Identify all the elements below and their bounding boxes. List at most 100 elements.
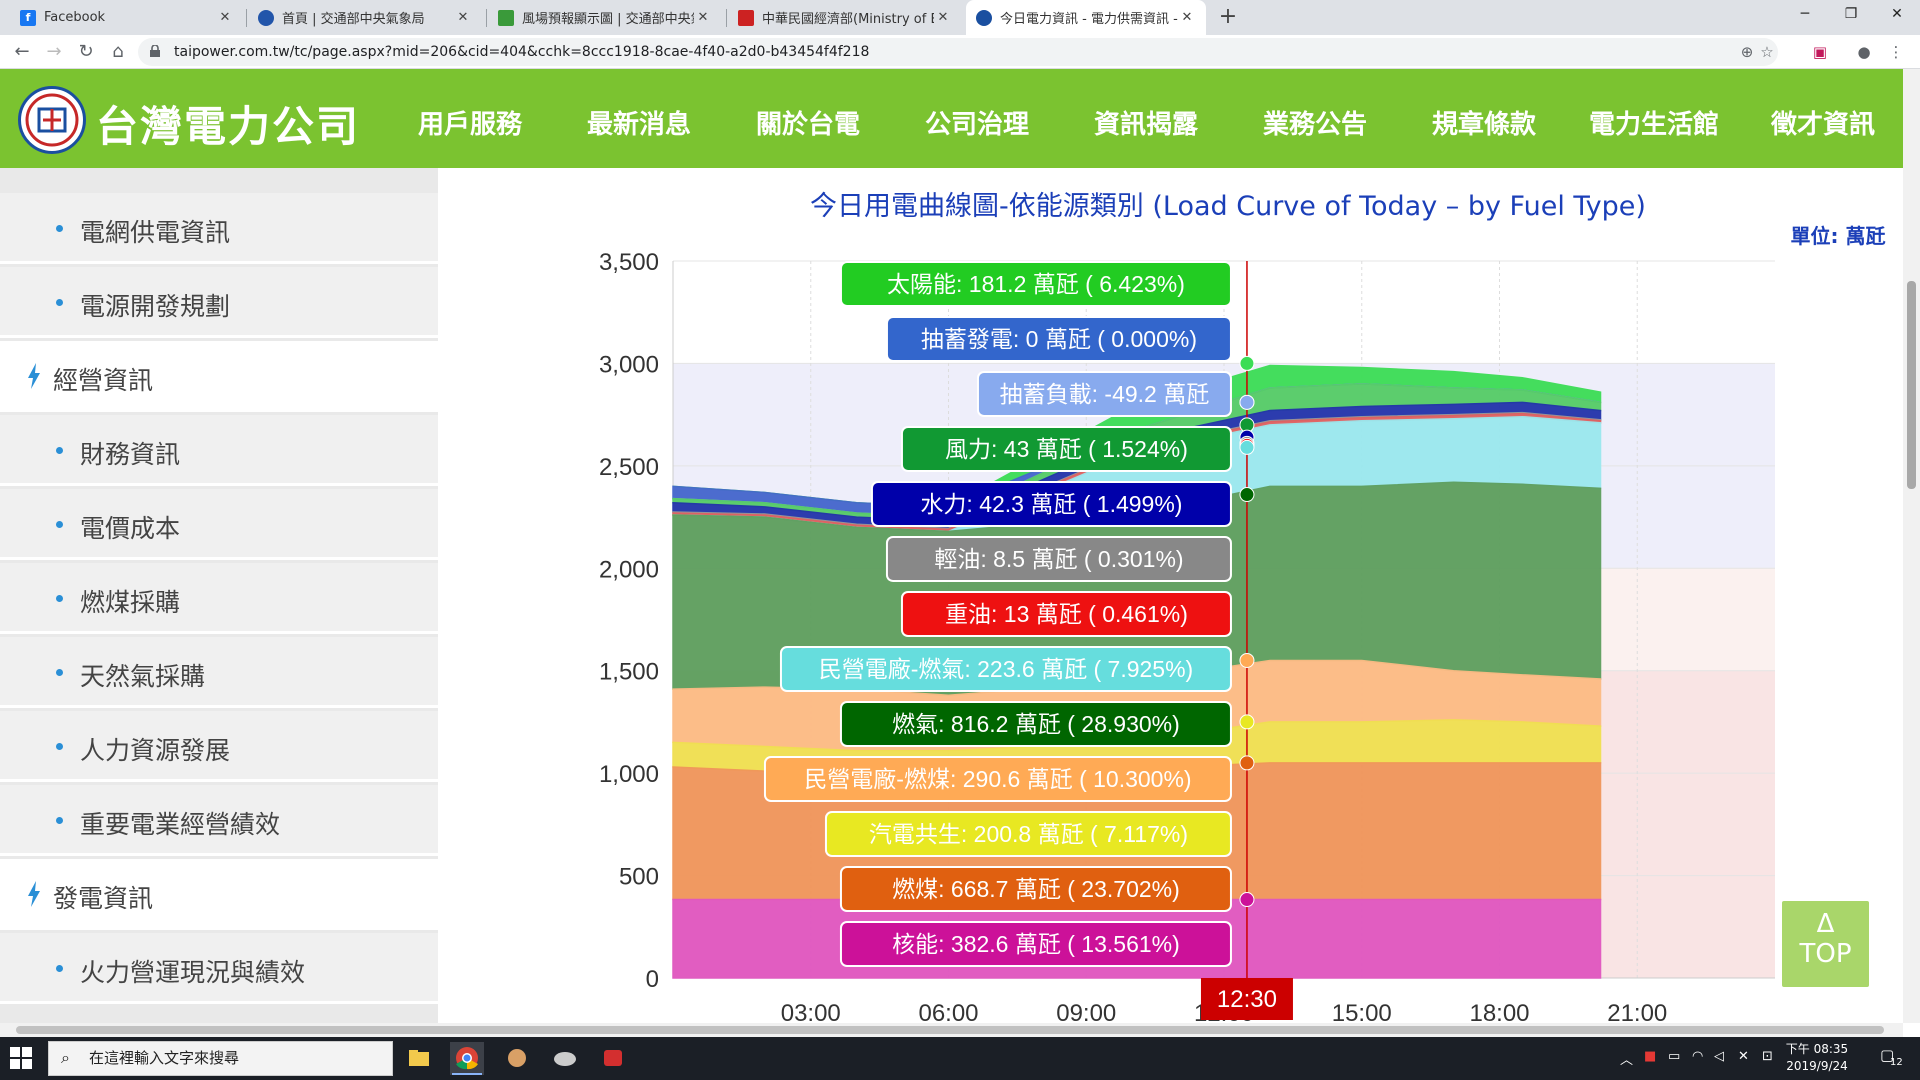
sidebar-item-business-info[interactable]: 經營資訊 xyxy=(0,341,438,412)
y-tick-label: 2,500 xyxy=(599,454,659,481)
browser-tab-strip: f Facebook ✕ 首頁 | 交通部中央氣象局 ✕ 風場預報顯示圖 | 交… xyxy=(0,0,1920,35)
sidebar-item-tariff-cost[interactable]: 電價成本 xyxy=(0,489,438,560)
horizontal-scrollbar[interactable] xyxy=(0,1023,1903,1037)
tooltip-label: 輕油: 8.5 萬瓩 ( 0.301%) xyxy=(934,546,1183,572)
tab-facebook[interactable]: f Facebook ✕ xyxy=(10,0,244,35)
sidebar-item-label: 電價成本 xyxy=(80,514,181,543)
sidebar-item-generation-info[interactable]: 發電資訊 xyxy=(0,859,438,930)
zoom-icon[interactable]: ⊕ xyxy=(1736,41,1758,63)
search-icon: ⌕ xyxy=(61,1048,70,1067)
y-tick-label: 500 xyxy=(619,864,659,891)
address-bar[interactable]: taipower.com.tw/tc/page.aspx?mid=206&cid… xyxy=(138,38,1778,66)
battery-icon[interactable]: ▭ xyxy=(1668,1049,1680,1064)
taskbar-clock[interactable]: 下午 08:35 2019/9/24 xyxy=(1772,1041,1862,1075)
tab-label: 風場預報顯示圖 | 交通部中央氣象 xyxy=(522,12,694,27)
windows-start-icon[interactable] xyxy=(10,1047,32,1069)
volume-icon[interactable]: ◁ xyxy=(1714,1049,1724,1064)
sidebar-item-thermal-ops[interactable]: 火力營運現況與績效 xyxy=(0,933,438,1004)
extension-icon[interactable]: ▣ xyxy=(1808,40,1832,64)
sidebar: 電網供電資訊 電源開發規劃 經營資訊 財務資訊 電價成本 燃煤採購 天然氣採購 … xyxy=(0,168,438,1023)
tab-wind-map[interactable]: 風場預報顯示圖 | 交通部中央氣象 ✕ xyxy=(488,0,722,35)
close-icon[interactable]: ✕ xyxy=(934,10,952,25)
menu-user-service[interactable]: 用戶服務 xyxy=(418,104,522,141)
star-icon[interactable]: ☆ xyxy=(1756,41,1778,63)
scrollbar-thumb[interactable] xyxy=(1907,281,1916,489)
tooltip-label: 抽蓄負載: -49.2 萬瓩 xyxy=(1000,381,1210,407)
wifi-icon[interactable]: ◠ xyxy=(1692,1049,1703,1064)
menu-governance[interactable]: 公司治理 xyxy=(925,104,1029,141)
menu-regulations[interactable]: 規章條款 xyxy=(1432,104,1536,141)
restore-button[interactable]: ❐ xyxy=(1828,0,1874,30)
close-window-button[interactable]: ✕ xyxy=(1874,0,1920,30)
forward-button[interactable]: → xyxy=(40,38,68,66)
reload-button[interactable]: ↻ xyxy=(72,38,100,66)
profile-avatar-icon[interactable]: ● xyxy=(1852,40,1876,64)
cursor-time-label: 12:30 xyxy=(1217,986,1277,1013)
x-tick-label: 21:00 xyxy=(1607,1000,1667,1023)
sidebar-item-finance[interactable]: 財務資訊 xyxy=(0,415,438,486)
moea-icon xyxy=(738,9,754,26)
taipower-icon xyxy=(976,9,992,26)
sidebar-item-hr[interactable]: 人力資源發展 xyxy=(0,711,438,782)
tooltip-marker xyxy=(1239,487,1255,503)
menu-latest-news[interactable]: 最新消息 xyxy=(587,104,691,141)
ime-icon[interactable]: ✕ xyxy=(1738,1049,1749,1064)
tab-taipower[interactable]: 今日電力資訊 - 電力供需資訊 - 台 ✕ xyxy=(966,0,1206,35)
tab-moea[interactable]: 中華民國經濟部(Ministry of Econ ✕ xyxy=(728,0,962,35)
sidebar-item-label: 電網供電資訊 xyxy=(80,218,231,247)
x-tick-label: 06:00 xyxy=(918,1000,978,1023)
vertical-scrollbar[interactable] xyxy=(1903,69,1920,1023)
chrome-icon[interactable] xyxy=(450,1042,484,1075)
close-icon[interactable]: ✕ xyxy=(454,10,472,25)
menu-disclosure[interactable]: 資訊揭露 xyxy=(1094,104,1198,141)
tooltip-label: 風力: 43 萬瓩 ( 1.524%) xyxy=(945,436,1188,462)
tab-label: 今日電力資訊 - 電力供需資訊 - 台 xyxy=(1000,12,1178,27)
taskbar-search-input[interactable]: ⌕ 在這裡輸入文字來搜尋 xyxy=(48,1041,393,1076)
tab-label: Facebook xyxy=(44,10,106,25)
close-icon[interactable]: ✕ xyxy=(694,10,712,25)
close-icon[interactable]: ✕ xyxy=(1178,10,1196,25)
sidebar-item-performance[interactable]: 重要電業經營績效 xyxy=(0,785,438,856)
sidebar-item-grid-supply[interactable]: 電網供電資訊 xyxy=(0,193,438,264)
load-curve-chart[interactable]: 0 500 1,000 1,500 2,000 2,500 3,000 3,500 03:00 0… xyxy=(473,168,1903,1023)
menu-kebab-icon[interactable]: ⋮ xyxy=(1884,40,1908,64)
minimize-button[interactable]: ─ xyxy=(1782,0,1828,30)
x-tick-label: 18:00 xyxy=(1469,1000,1529,1023)
scrollbar-thumb[interactable] xyxy=(16,1026,1884,1034)
menu-announcements[interactable]: 業務公告 xyxy=(1263,104,1367,141)
file-explorer-icon[interactable] xyxy=(402,1042,436,1075)
sidebar-item-label: 人力資源發展 xyxy=(80,736,231,765)
back-button[interactable]: ← xyxy=(8,38,36,66)
sidebar-item-label: 天然氣採購 xyxy=(80,662,206,691)
taipower-logo-icon[interactable] xyxy=(18,86,86,154)
sidebar-item-label: 發電資訊 xyxy=(53,884,154,913)
lock-icon xyxy=(150,45,160,57)
sidebar-item-gas-purchase[interactable]: 天然氣採購 xyxy=(0,637,438,708)
home-button[interactable]: ⌂ xyxy=(104,38,132,66)
security-icon[interactable]: ■ xyxy=(1644,1049,1656,1064)
url-text: taipower.com.tw/tc/page.aspx?mid=206&cid… xyxy=(174,44,870,60)
app-icon[interactable] xyxy=(500,1042,534,1075)
x-tick-label: 03:00 xyxy=(781,1000,841,1023)
site-logo-text[interactable]: 台灣電力公司 xyxy=(96,93,360,154)
bullet-icon xyxy=(56,521,63,528)
bullet-icon xyxy=(56,965,63,972)
tooltip-label: 燃煤: 668.7 萬瓩 ( 23.702%) xyxy=(892,876,1180,902)
tab-cwb[interactable]: 首頁 | 交通部中央氣象局 ✕ xyxy=(248,0,482,35)
app-icon[interactable] xyxy=(548,1042,582,1075)
chevron-up-icon[interactable]: ︿ xyxy=(1620,1049,1633,1068)
sidebar-item-coal-purchase[interactable]: 燃煤採購 xyxy=(0,563,438,634)
menu-power-life[interactable]: 電力生活館 xyxy=(1589,104,1719,141)
bullet-icon xyxy=(56,817,63,824)
close-icon[interactable]: ✕ xyxy=(216,10,234,25)
tab-label: 中華民國經濟部(Ministry of Econ xyxy=(762,12,934,27)
back-to-top-button[interactable]: Δ TOP xyxy=(1782,901,1869,987)
sidebar-item-label: 燃煤採購 xyxy=(80,588,181,617)
new-tab-button[interactable]: + xyxy=(1214,4,1242,32)
tooltip-label: 水力: 42.3 萬瓩 ( 1.499%) xyxy=(920,491,1182,517)
app-icon[interactable] xyxy=(596,1042,630,1075)
y-tick-label: 1,000 xyxy=(599,761,659,788)
menu-careers[interactable]: 徵才資訊 xyxy=(1771,104,1875,141)
sidebar-item-power-planning[interactable]: 電源開發規劃 xyxy=(0,267,438,338)
menu-about[interactable]: 關於台電 xyxy=(756,104,860,141)
